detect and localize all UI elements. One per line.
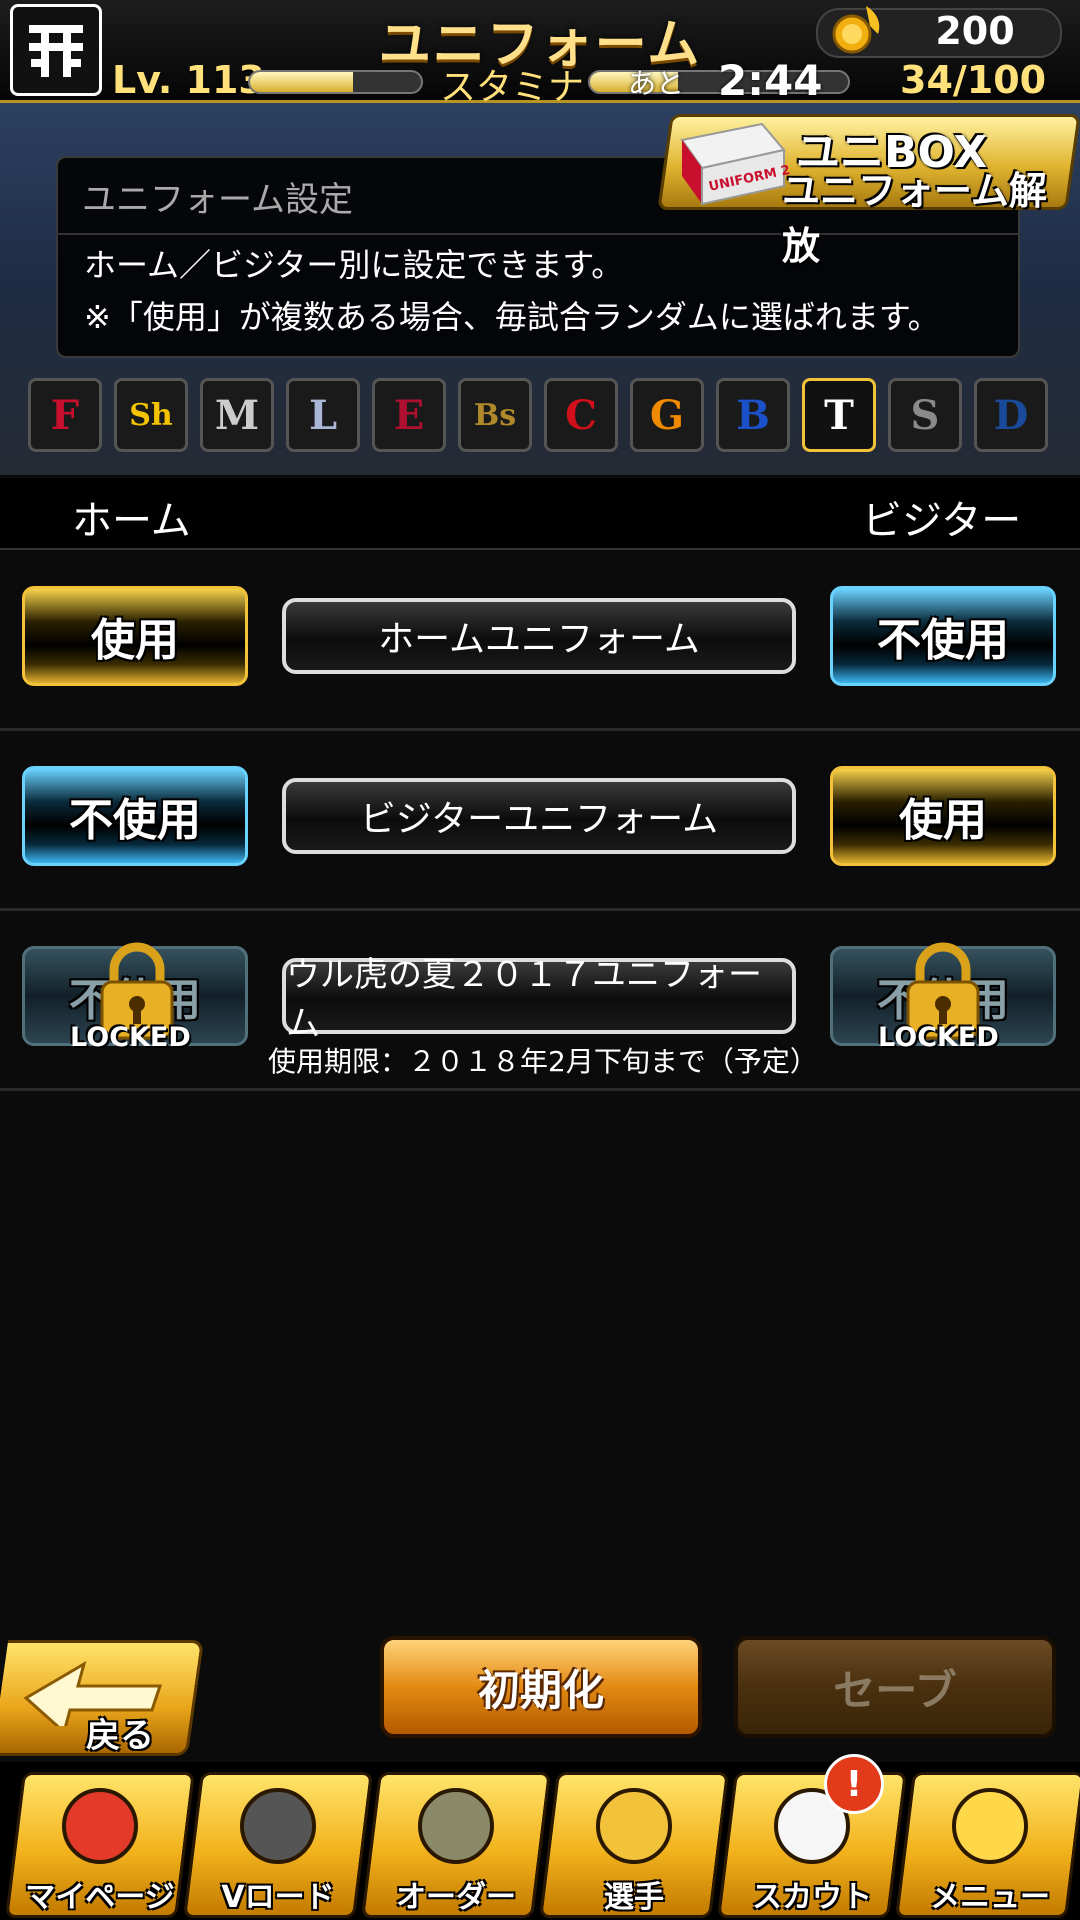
unibox-sublabel: ユニフォーム解放	[782, 169, 1047, 268]
remaining-label: あと	[628, 67, 685, 100]
team-tab-logo: T	[824, 391, 854, 439]
locked-label: LOCKED	[70, 1022, 191, 1053]
team-tab-1[interactable]: F	[28, 378, 102, 452]
team-tab-10[interactable]: T	[802, 378, 876, 452]
team-tab-logo: B	[736, 391, 770, 439]
team-tab-logo: D	[993, 391, 1029, 439]
field-icon	[418, 1788, 494, 1864]
locked-label: LOCKED	[878, 1022, 999, 1053]
row-divider	[0, 908, 1080, 911]
row-divider	[0, 1088, 1080, 1091]
row-divider	[0, 728, 1080, 731]
team-tab-4[interactable]: L	[286, 378, 360, 452]
team-tab-2[interactable]: Sh	[114, 378, 188, 452]
stamina-timer: 2:44	[718, 56, 823, 105]
team-tab-logo: M	[214, 391, 260, 439]
stadium-icon	[240, 1788, 316, 1864]
scout-notification-badge: !	[824, 1754, 884, 1814]
team-tab-logo: G	[649, 391, 685, 439]
team-tab-5[interactable]: E	[372, 378, 446, 452]
home-column-label: ホーム	[72, 498, 191, 544]
team-tab-logo: S	[910, 391, 940, 439]
team-tab-logo: F	[50, 391, 80, 439]
team-tab-7[interactable]: C	[544, 378, 618, 452]
team-tab-8[interactable]: G	[630, 378, 704, 452]
team-tab-logo: C	[565, 391, 597, 439]
team-tab-logo: E	[393, 391, 425, 439]
stamina-value: 34/100	[900, 58, 1047, 102]
home-use-toggle[interactable]: 不使用	[22, 766, 248, 866]
nav-label: 選手	[604, 1880, 664, 1915]
team-logo-icon[interactable]	[10, 4, 102, 96]
nav-label: メニュー	[930, 1880, 1050, 1915]
nav-label: オーダー	[396, 1880, 516, 1915]
info-title: ユニフォーム設定	[82, 180, 353, 220]
visitor-use-toggle[interactable]: 不使用	[830, 586, 1056, 686]
mypage-icon	[62, 1788, 138, 1864]
info-text-2: ※「使用」が複数ある場合、毎試合ランダムに選ばれます。	[84, 298, 940, 336]
visitor-column-label: ビジター	[862, 498, 1022, 544]
save-button[interactable]: セーブ	[734, 1636, 1056, 1738]
coin-value: 200	[935, 9, 1015, 53]
uniform-name-button[interactable]: ホームユニフォーム	[282, 598, 796, 674]
team-tab-3[interactable]: M	[200, 378, 274, 452]
team-tab-11[interactable]: S	[888, 378, 962, 452]
team-tab-9[interactable]: B	[716, 378, 790, 452]
level-gauge	[248, 70, 423, 94]
uniform-name-button[interactable]: ウル虎の夏２０１７ユニフォーム	[282, 955, 796, 1044]
team-tab-12[interactable]: D	[974, 378, 1048, 452]
team-tab-6[interactable]: Bs	[458, 378, 532, 452]
uniform-box-icon: UNIFORM 2017	[680, 122, 790, 206]
back-label: 戻る	[86, 1716, 154, 1756]
menu-icon	[952, 1788, 1028, 1864]
expiry-note: 使用期限：２０１８年2月下旬まで（予定）	[268, 1045, 818, 1078]
visitor-use-toggle[interactable]: 使用	[830, 766, 1056, 866]
level-label: Lv. 113	[112, 58, 265, 102]
team-tab-logo: Sh	[129, 397, 173, 433]
nav-label: Vロード	[221, 1880, 335, 1915]
nav-label: スカウト	[752, 1880, 872, 1915]
info-text-1: ホーム／ビジター別に設定できます。	[84, 246, 624, 284]
uniform-name-button[interactable]: ビジターユニフォーム	[282, 778, 796, 854]
player-icon	[596, 1788, 672, 1864]
home-use-toggle[interactable]: 使用	[22, 586, 248, 686]
team-tab-logo: Bs	[473, 397, 517, 433]
coin-icon	[832, 6, 880, 54]
page-title: ユニフォーム	[378, 15, 702, 75]
nav-label: マイページ	[25, 1880, 175, 1915]
team-tab-logo: L	[308, 391, 338, 439]
reset-button[interactable]: 初期化	[380, 1636, 702, 1738]
